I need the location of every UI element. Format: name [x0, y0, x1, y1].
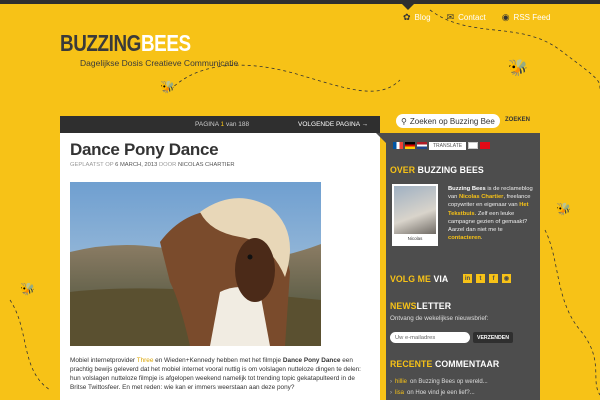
- rss-icon: ◉: [501, 12, 510, 22]
- nav-blog[interactable]: ✿ Blog: [395, 12, 439, 23]
- sidebar: TRANSLATE OVER BUZZING BEES Nicolas Buzz…: [386, 133, 540, 400]
- about-heading: OVER BUZZING BEES: [390, 165, 484, 176]
- bee-icon: 🐝: [508, 60, 528, 77]
- three-link[interactable]: Three: [137, 357, 154, 364]
- pagination-bar: PAGINA 1 van 188 VOLGENDE PAGINA →: [60, 116, 380, 133]
- social-links: in t f ◉: [463, 274, 511, 283]
- bee-icon: 🐝: [556, 202, 571, 216]
- facebook-icon[interactable]: f: [489, 274, 498, 283]
- post-author[interactable]: NICOLAS CHARTIER: [178, 162, 235, 168]
- follow-heading: VOLG ME VIA: [390, 274, 449, 285]
- flag-fr-icon[interactable]: [393, 142, 403, 149]
- contact-link[interactable]: contacteren: [448, 235, 481, 241]
- avatar: Nicolas: [392, 184, 438, 246]
- post-area: PAGINA 1 van 188 VOLGENDE PAGINA → Dance…: [60, 116, 380, 400]
- post-image[interactable]: [70, 182, 321, 346]
- list-item[interactable]: › hillie on Buzzing Bees op wereld...: [390, 379, 488, 385]
- bee-icon: 🐝: [160, 80, 175, 94]
- search-icon: ⚲: [401, 116, 407, 126]
- nav-indicator: [402, 4, 414, 10]
- bee-icon: ✿: [403, 12, 411, 22]
- newsletter-submit-button[interactable]: VERZENDEN: [473, 332, 513, 343]
- list-item[interactable]: › lisa on Hoe vind je een lief?...: [390, 390, 475, 396]
- bee-icon: 🐝: [20, 282, 35, 296]
- nav-contact[interactable]: ✉ Contact: [439, 12, 494, 23]
- translate-widget[interactable]: TRANSLATE: [393, 141, 491, 150]
- author-photo: [394, 186, 436, 234]
- site-tagline: Dagelijkse Dosis Creatieve Communicatie: [80, 58, 239, 68]
- translate-label[interactable]: TRANSLATE: [429, 141, 467, 150]
- site-logo[interactable]: BUZZINGBEES: [60, 30, 191, 57]
- search-button[interactable]: ZOEKEN: [505, 117, 530, 123]
- author-link[interactable]: Nicolas Chartier: [459, 194, 503, 200]
- comment-icon: ›: [390, 390, 392, 396]
- about-text: Buzzing Bees is de reclameblog van Nicol…: [448, 186, 533, 242]
- flag-nl-icon[interactable]: [417, 142, 427, 149]
- search-input[interactable]: Zoeken op Buzzing Bee: [410, 117, 495, 126]
- flag-tr-icon[interactable]: [480, 142, 491, 149]
- linkedin-icon[interactable]: in: [463, 274, 472, 283]
- flag-de-icon[interactable]: [405, 142, 415, 149]
- search-field[interactable]: ⚲ Zoeken op Buzzing Bee: [396, 114, 500, 128]
- top-nav: ✿ Blog ✉ Contact ◉ RSS Feed: [395, 12, 558, 23]
- next-page-link[interactable]: VOLGENDE PAGINA →: [298, 121, 368, 128]
- flag-kr-icon[interactable]: [468, 142, 479, 149]
- post-excerpt: Mobiel internetprovider Three en Wieden+…: [70, 357, 361, 391]
- twitter-icon[interactable]: t: [476, 274, 485, 283]
- newsletter-heading: NEWSLETTER: [390, 301, 452, 312]
- page-indicator: PAGINA 1 van 188: [195, 121, 250, 128]
- newsletter-subtitle: Ontvang de wekelijkse nieuwsbrief:: [390, 315, 489, 322]
- post-meta: GEPLAATST OP 6 MARCH, 2013 DOOR NICOLAS …: [70, 162, 235, 168]
- recent-comments-heading: RECENTE COMMENTAAR: [390, 359, 500, 370]
- nav-rss[interactable]: ◉ RSS Feed: [494, 12, 559, 23]
- envelope-icon: ✉: [446, 12, 455, 22]
- rss-icon[interactable]: ◉: [502, 274, 511, 283]
- newsletter-email-input[interactable]: Uw e-mailadres: [390, 332, 470, 343]
- pony-photo: [70, 182, 321, 346]
- comment-icon: ›: [390, 379, 392, 385]
- top-strip: [0, 0, 600, 4]
- sidebar-notch: [376, 133, 386, 143]
- post-title[interactable]: Dance Pony Dance: [70, 140, 370, 160]
